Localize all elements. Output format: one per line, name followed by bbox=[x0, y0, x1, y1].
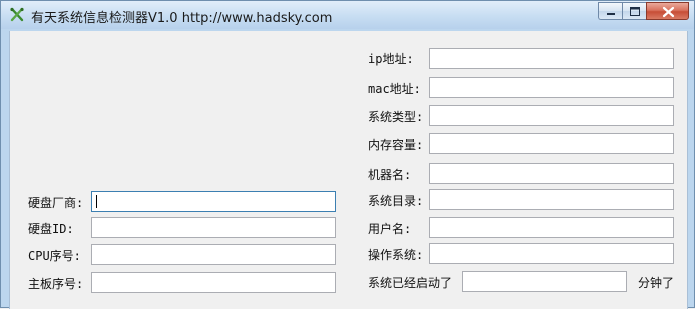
window-controls bbox=[598, 2, 689, 22]
cpu-serial-field[interactable] bbox=[91, 244, 336, 265]
app-window: 有天系统信息检测器V1.0 http://www.hadsky.com ip地址… bbox=[0, 0, 695, 309]
disk-vendor-field[interactable] bbox=[91, 191, 336, 212]
machine-name-field[interactable] bbox=[429, 163, 674, 184]
board-serial-label: 主板序号: bbox=[28, 277, 84, 291]
os-field[interactable] bbox=[429, 243, 674, 264]
mac-label: mac地址: bbox=[368, 82, 421, 96]
mac-field[interactable] bbox=[429, 77, 674, 98]
machine-name-label: 机器名: bbox=[368, 168, 412, 182]
sys-dir-label: 系统目录: bbox=[368, 194, 424, 208]
os-label: 操作系统: bbox=[368, 248, 424, 262]
window-title: 有天系统信息检测器V1.0 http://www.hadsky.com bbox=[31, 11, 333, 26]
disk-id-label: 硬盘ID: bbox=[28, 222, 74, 236]
username-field[interactable] bbox=[429, 217, 674, 238]
title-bar[interactable]: 有天系统信息检测器V1.0 http://www.hadsky.com bbox=[1, 1, 694, 29]
app-tools-icon bbox=[9, 7, 25, 23]
disk-vendor-label: 硬盘厂商: bbox=[28, 196, 84, 210]
os-type-field[interactable] bbox=[429, 105, 674, 126]
text-caret bbox=[96, 195, 97, 208]
disk-id-field[interactable] bbox=[91, 217, 336, 238]
os-type-label: 系统类型: bbox=[368, 110, 424, 124]
uptime-field[interactable] bbox=[462, 271, 627, 292]
ip-field[interactable] bbox=[429, 48, 674, 69]
maximize-button[interactable] bbox=[622, 2, 646, 20]
minimize-button[interactable] bbox=[598, 2, 622, 20]
cpu-serial-label: CPU序号: bbox=[28, 249, 81, 263]
sys-dir-field[interactable] bbox=[429, 189, 674, 210]
uptime-unit-label: 分钟了 bbox=[638, 276, 675, 290]
username-label: 用户名: bbox=[368, 222, 412, 236]
uptime-label: 系统已经启动了 bbox=[368, 276, 453, 290]
ip-label: ip地址: bbox=[368, 52, 414, 66]
close-button[interactable] bbox=[646, 2, 689, 20]
memory-label: 内存容量: bbox=[368, 138, 424, 152]
main-panel: ip地址: mac地址: 系统类型: 内存容量: 机器名: 系统目录: 用户名:… bbox=[9, 31, 688, 309]
memory-field[interactable] bbox=[429, 133, 674, 154]
board-serial-field[interactable] bbox=[91, 272, 336, 293]
